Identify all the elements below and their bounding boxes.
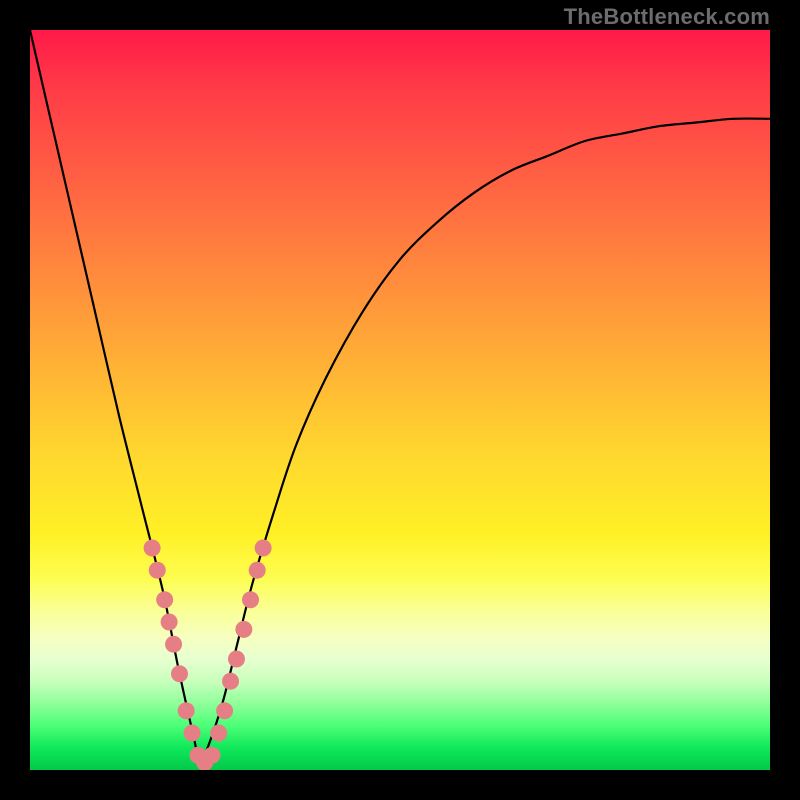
data-point-marker bbox=[242, 591, 259, 608]
data-point-marker bbox=[161, 614, 178, 631]
data-point-marker bbox=[149, 562, 166, 579]
data-point-marker bbox=[144, 540, 161, 557]
chart-frame: TheBottleneck.com bbox=[0, 0, 800, 800]
data-point-marker bbox=[255, 540, 272, 557]
data-point-marker bbox=[249, 562, 266, 579]
watermark-text: TheBottleneck.com bbox=[564, 4, 770, 30]
curve-layer bbox=[30, 30, 770, 770]
data-point-marker bbox=[228, 651, 245, 668]
bottleneck-curve bbox=[30, 30, 770, 763]
data-point-marker bbox=[210, 725, 227, 742]
data-point-marker bbox=[216, 702, 233, 719]
plot-area bbox=[30, 30, 770, 770]
marker-group bbox=[144, 540, 272, 771]
data-point-marker bbox=[178, 702, 195, 719]
data-point-marker bbox=[156, 591, 173, 608]
data-point-marker bbox=[184, 725, 201, 742]
data-point-marker bbox=[165, 636, 182, 653]
data-point-marker bbox=[171, 665, 188, 682]
data-point-marker bbox=[204, 747, 221, 764]
data-point-marker bbox=[222, 673, 239, 690]
data-point-marker bbox=[235, 621, 252, 638]
